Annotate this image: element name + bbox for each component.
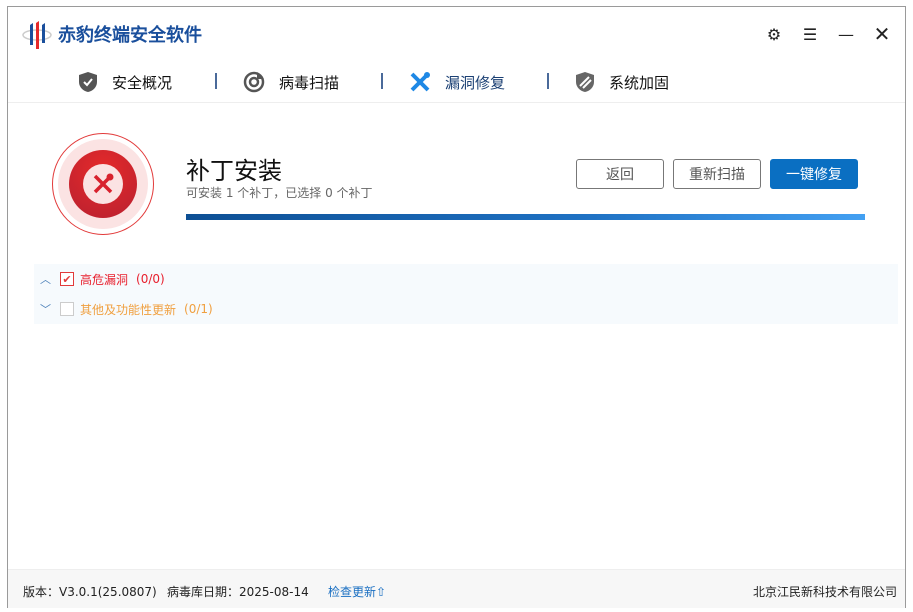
tab-system-hardening[interactable]: 系统加固	[575, 67, 669, 97]
arrow-up-icon: ⇧	[376, 585, 387, 599]
shield-stripe-icon	[576, 72, 594, 92]
nav-divider	[215, 73, 217, 89]
check-update-label: 检查更新	[328, 585, 377, 599]
group-count: (0/0)	[136, 272, 165, 286]
chevron-down-icon[interactable]: ﹀	[40, 301, 52, 317]
virus-db-date: 病毒库日期：2025-08-14	[167, 585, 309, 599]
rescan-button[interactable]: 重新扫描	[673, 159, 761, 189]
back-button[interactable]: 返回	[576, 159, 664, 189]
group-other-updates[interactable]: ﹀ 其他及功能性更新 (0/1)	[34, 294, 213, 324]
patch-group-list: ︿ ✔ 高危漏洞 (0/0) ﹀ 其他及功能性更新 (0/1)	[34, 264, 898, 324]
app-window: 赤豹终端安全软件 ⚙ ☰ — ✕ 安全概况 病毒扫描 漏洞修复 系统加固 补丁安…	[7, 6, 906, 608]
nav-divider-line	[8, 102, 905, 103]
wrench-icon	[410, 72, 430, 92]
menu-icon: ☰	[802, 24, 818, 44]
status-bar: 版本：V3.0.1(25.0807) 病毒库日期：2025-08-14 检查更新…	[8, 569, 905, 608]
version-text: 版本：V3.0.1(25.0807)	[23, 585, 157, 599]
app-title: 赤豹终端安全软件	[58, 25, 202, 46]
patch-summary: 可安装 1 个补丁，已选择 0 个补丁	[186, 186, 373, 200]
tab-label: 系统加固	[609, 73, 670, 92]
page-title: 补丁安装	[186, 157, 282, 185]
high-risk-checkbox[interactable]: ✔	[60, 272, 74, 286]
tab-vuln-fix[interactable]: 漏洞修复	[409, 67, 505, 97]
scan-icon	[243, 71, 265, 93]
group-count: (0/1)	[184, 302, 213, 316]
shield-check-icon	[79, 72, 97, 92]
app-logo-icon	[22, 21, 52, 49]
menu-button[interactable]: ☰	[799, 23, 821, 45]
tab-label: 病毒扫描	[279, 73, 340, 92]
nav-divider	[381, 73, 383, 89]
check-update-link[interactable]: 检查更新⇧	[328, 583, 386, 600]
close-icon: ✕	[873, 22, 891, 46]
tab-label: 安全概况	[112, 73, 173, 92]
gear-icon: ⚙	[766, 24, 782, 44]
tab-virus-scan[interactable]: 病毒扫描	[243, 67, 339, 97]
status-badge	[52, 133, 154, 235]
group-label: 其他及功能性更新	[80, 302, 177, 317]
one-click-fix-button[interactable]: 一键修复	[770, 159, 858, 189]
minimize-button[interactable]: —	[835, 23, 857, 45]
repair-tools-icon	[93, 173, 114, 194]
progress-bar	[186, 214, 865, 220]
minimize-icon: —	[838, 24, 854, 44]
nav-divider	[547, 73, 549, 89]
group-label: 高危漏洞	[80, 272, 129, 287]
group-high-risk[interactable]: ︿ ✔ 高危漏洞 (0/0)	[34, 264, 165, 294]
settings-button[interactable]: ⚙	[763, 23, 785, 45]
chevron-up-icon[interactable]: ︿	[40, 271, 52, 287]
company-name: 北京江民新科技术有限公司	[752, 585, 897, 599]
other-updates-checkbox[interactable]	[60, 302, 74, 316]
close-button[interactable]: ✕	[871, 22, 893, 46]
tab-security-overview[interactable]: 安全概况	[78, 67, 172, 97]
tab-label: 漏洞修复	[445, 73, 506, 92]
